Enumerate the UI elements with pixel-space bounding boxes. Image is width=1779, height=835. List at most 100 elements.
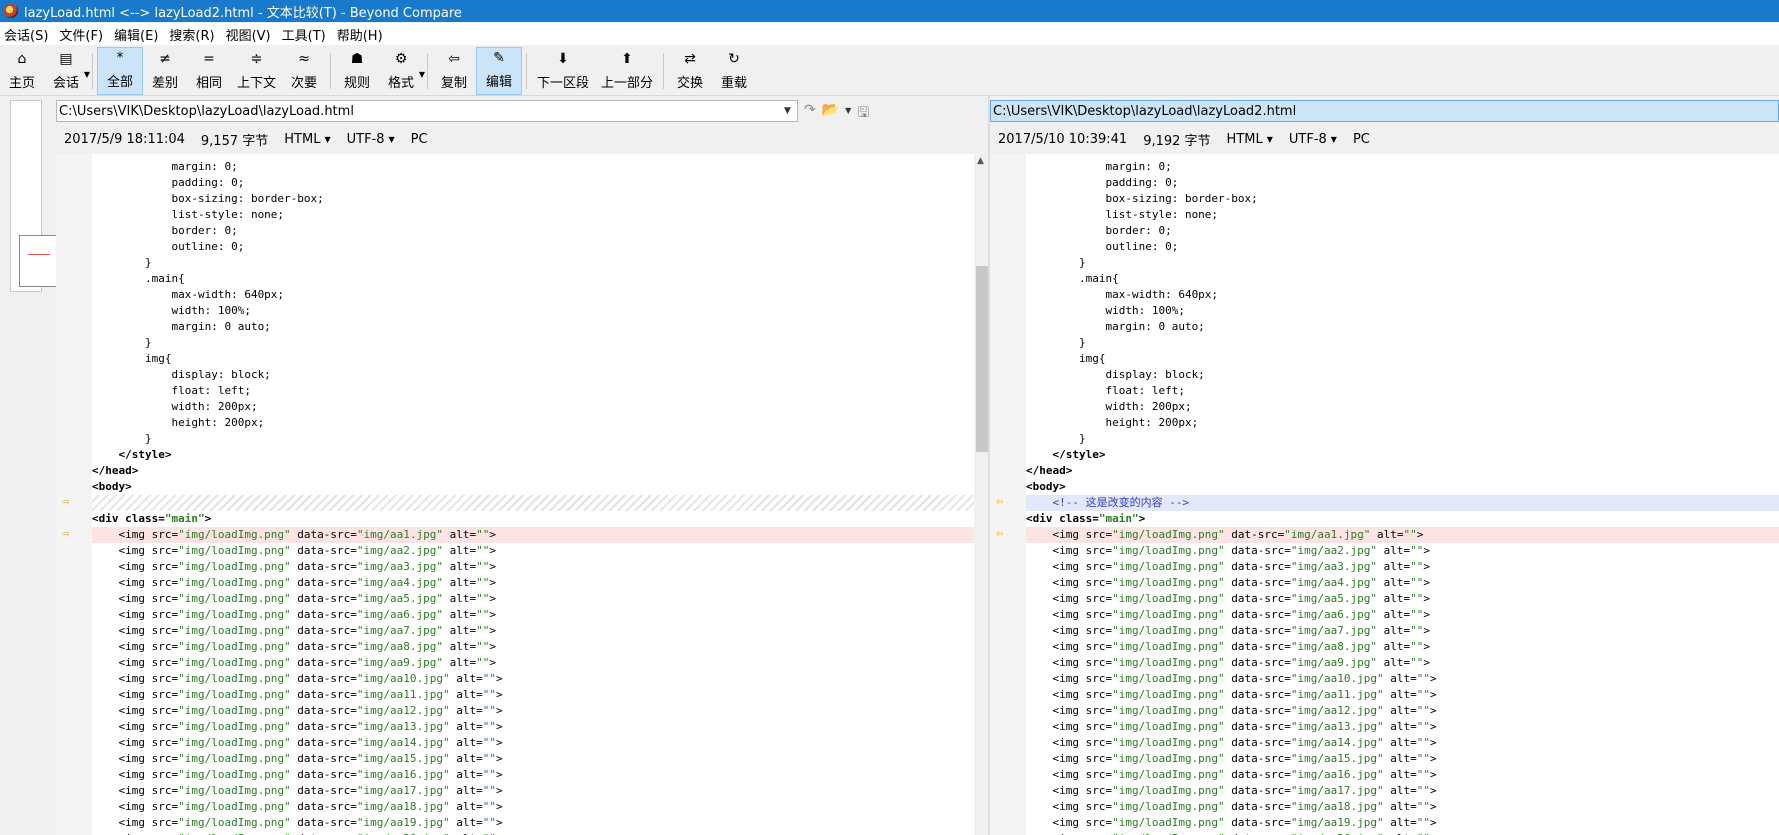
left-encoding-select[interactable]: UTF-8: [347, 132, 385, 147]
code-line[interactable]: <img src="img/loadImg.png" data-src="img…: [1026, 687, 1779, 703]
code-line[interactable]: }: [1026, 431, 1779, 447]
diff-arrow-icon[interactable]: ⇨: [62, 495, 76, 507]
code-line[interactable]: </style>: [1026, 447, 1779, 463]
menu-item[interactable]: 搜索(R): [165, 25, 218, 44]
diff-arrow-icon[interactable]: ⇦: [996, 495, 1010, 507]
scroll-up-icon[interactable]: ▲: [977, 156, 984, 166]
toolbar-button-all[interactable]: * 全部: [97, 47, 143, 95]
code-line[interactable]: <img src="img/loadImg.png" data-src="img…: [92, 607, 974, 623]
code-line[interactable]: <img src="img/loadImg.png" data-src="img…: [92, 767, 974, 783]
code-line[interactable]: <img src="img/loadImg.png" data-src="img…: [92, 719, 974, 735]
left-format-select[interactable]: HTML: [284, 132, 320, 147]
code-line[interactable]: margin: 0;: [1026, 159, 1779, 175]
code-line[interactable]: list-style: none;: [1026, 207, 1779, 223]
right-encoding-dropdown-icon[interactable]: ▼: [1331, 135, 1337, 144]
code-line[interactable]: ⇨ <img src="img/loadImg.png" data-src="i…: [62, 527, 974, 543]
code-line[interactable]: padding: 0;: [92, 175, 974, 191]
left-format-dropdown-icon[interactable]: ▼: [324, 135, 330, 144]
code-line[interactable]: <img src="img/loadImg.png" data-src="img…: [92, 735, 974, 751]
code-line[interactable]: <img src="img/loadImg.png" data-src="img…: [1026, 543, 1779, 559]
code-line[interactable]: img{: [92, 351, 974, 367]
right-format-select[interactable]: HTML: [1227, 132, 1263, 147]
code-line[interactable]: <img src="img/loadImg.png" data-src="img…: [1026, 655, 1779, 671]
code-line[interactable]: <img src="img/loadImg.png" data-src="img…: [1026, 783, 1779, 799]
code-line[interactable]: float: left;: [1026, 383, 1779, 399]
code-line[interactable]: outline: 0;: [1026, 239, 1779, 255]
menu-item[interactable]: 编辑(E): [110, 25, 162, 44]
code-line[interactable]: height: 200px;: [92, 415, 974, 431]
code-line[interactable]: <img src="img/loadImg.png" data-src="img…: [1026, 623, 1779, 639]
toolbar-button-same[interactable]: = 相同: [187, 47, 231, 95]
toolbar-dropdown-icon[interactable]: ▼: [419, 70, 425, 79]
code-line[interactable]: <img src="img/loadImg.png" data-src="img…: [92, 815, 974, 831]
code-line[interactable]: width: 100%;: [1026, 303, 1779, 319]
code-line[interactable]: }: [92, 255, 974, 271]
code-line[interactable]: <img src="img/loadImg.png" data-src="img…: [1026, 735, 1779, 751]
code-line[interactable]: box-sizing: border-box;: [92, 191, 974, 207]
code-line[interactable]: outline: 0;: [92, 239, 974, 255]
code-line[interactable]: border: 0;: [1026, 223, 1779, 239]
toolbar-button-home[interactable]: ⌂ 主页: [0, 47, 44, 95]
code-line[interactable]: img{: [1026, 351, 1779, 367]
code-line[interactable]: <body>: [92, 479, 974, 495]
code-line[interactable]: display: block;: [1026, 367, 1779, 383]
code-line[interactable]: box-sizing: border-box;: [1026, 191, 1779, 207]
left-path-dropdown-icon[interactable]: ▼: [784, 106, 791, 116]
code-line[interactable]: <img src="img/loadImg.png" data-src="img…: [92, 671, 974, 687]
toolbar-button-swap[interactable]: ⇄ 交换: [668, 47, 712, 95]
code-line[interactable]: .main{: [1026, 271, 1779, 287]
code-line[interactable]: <img src="img/loadImg.png" data-src="img…: [1026, 815, 1779, 831]
overview-thumbnail[interactable]: [10, 100, 57, 292]
toolbar-button-diff[interactable]: ≠ 差别: [143, 47, 187, 95]
code-line[interactable]: </head>: [1026, 463, 1779, 479]
code-line[interactable]: <img src="img/loadImg.png" data-src="img…: [1026, 799, 1779, 815]
code-line[interactable]: <img src="img/loadImg.png" data-src="img…: [92, 639, 974, 655]
code-line[interactable]: <img src="img/loadImg.png" data-src="img…: [1026, 767, 1779, 783]
right-encoding-select[interactable]: UTF-8: [1289, 132, 1327, 147]
code-line[interactable]: <div class="main">: [1026, 511, 1779, 527]
code-line[interactable]: <img src="img/loadImg.png" data-src="img…: [92, 575, 974, 591]
code-line[interactable]: max-width: 640px;: [1026, 287, 1779, 303]
code-line[interactable]: </head>: [92, 463, 974, 479]
code-line[interactable]: }: [1026, 255, 1779, 271]
left-open-folder-icon[interactable]: 📂: [822, 102, 839, 126]
code-line[interactable]: <img src="img/loadImg.png" data-src="img…: [1026, 831, 1779, 835]
code-line[interactable]: <img src="img/loadImg.png" data-src="img…: [1026, 607, 1779, 623]
code-line[interactable]: <img src="img/loadImg.png" data-src="img…: [92, 783, 974, 799]
toolbar-button-next-section[interactable]: ⬇ 下一区段: [531, 47, 595, 95]
left-open-dropdown-icon[interactable]: ▼: [845, 102, 851, 126]
menu-item[interactable]: 会话(S): [0, 25, 52, 44]
code-line[interactable]: width: 200px;: [92, 399, 974, 415]
code-line[interactable]: <img src="img/loadImg.png" data-src="img…: [92, 655, 974, 671]
right-code-view[interactable]: margin: 0; padding: 0; box-sizing: borde…: [990, 154, 1779, 835]
diff-arrow-icon[interactable]: ⇨: [62, 527, 76, 539]
toolbar-button-copy[interactable]: ⇦ 复制: [432, 47, 476, 95]
code-line[interactable]: display: block;: [92, 367, 974, 383]
code-line[interactable]: float: left;: [92, 383, 974, 399]
code-line[interactable]: }: [92, 431, 974, 447]
left-encoding-dropdown-icon[interactable]: ▼: [389, 135, 395, 144]
left-save-icon[interactable]: 🖫: [857, 102, 869, 126]
code-line[interactable]: }: [1026, 335, 1779, 351]
code-line[interactable]: <img src="img/loadImg.png" data-src="img…: [1026, 559, 1779, 575]
code-line[interactable]: <img src="img/loadImg.png" data-src="img…: [92, 831, 974, 835]
code-line[interactable]: <img src="img/loadImg.png" data-src="img…: [1026, 639, 1779, 655]
toolbar-button-context[interactable]: ≑ 上下文: [231, 47, 282, 95]
code-line[interactable]: ⇦ <!-- 这是改变的内容 -->: [996, 495, 1779, 511]
code-line[interactable]: list-style: none;: [92, 207, 974, 223]
left-swap-arrow-icon[interactable]: ↷: [804, 102, 816, 126]
left-code-view[interactable]: margin: 0; padding: 0; box-sizing: borde…: [56, 154, 990, 835]
toolbar-button-prev-section[interactable]: ⬆ 上一部分: [595, 47, 659, 95]
code-line[interactable]: height: 200px;: [1026, 415, 1779, 431]
menu-item[interactable]: 文件(F): [55, 25, 107, 44]
code-line[interactable]: margin: 0;: [92, 159, 974, 175]
right-format-dropdown-icon[interactable]: ▼: [1267, 135, 1273, 144]
code-line[interactable]: <body>: [1026, 479, 1779, 495]
code-line[interactable]: <img src="img/loadImg.png" data-src="img…: [92, 703, 974, 719]
code-line[interactable]: <img src="img/loadImg.png" data-src="img…: [1026, 671, 1779, 687]
menu-item[interactable]: 帮助(H): [333, 25, 387, 44]
menu-item[interactable]: 工具(T): [278, 25, 330, 44]
code-line[interactable]: </style>: [92, 447, 974, 463]
toolbar-button-format[interactable]: ⚙ 格式 ▼: [379, 47, 425, 95]
code-line[interactable]: ⇨: [62, 495, 974, 511]
